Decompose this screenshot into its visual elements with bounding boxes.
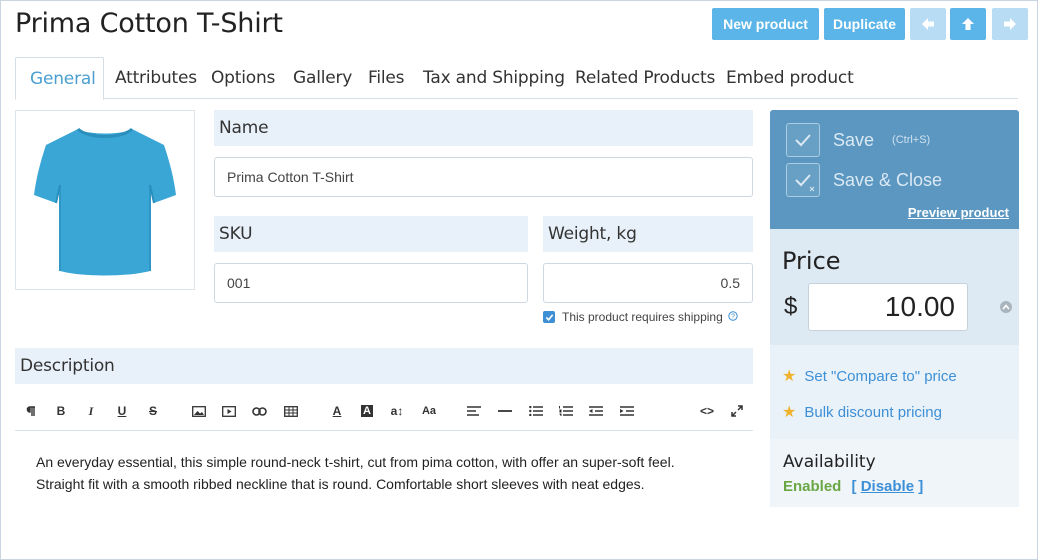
bulk-discount-link[interactable]: ★ Bulk discount pricing xyxy=(782,402,942,422)
description-line-1: An everyday essential, this simple round… xyxy=(36,454,675,470)
previous-product-button[interactable] xyxy=(910,8,946,40)
bracket-close: ] xyxy=(918,478,924,495)
editor-toolbar: B I U S A A a↕ Aa <> xyxy=(15,395,753,427)
name-field[interactable]: Prima Cotton T-Shirt xyxy=(214,157,753,197)
compare-to-price-label: Set "Compare to" price xyxy=(804,367,957,385)
availability-label: Availability xyxy=(783,452,876,472)
tshirt-image xyxy=(34,127,176,276)
product-image[interactable] xyxy=(15,110,195,290)
arrow-left-icon xyxy=(922,18,934,30)
price-panel: Price $ 10.00 xyxy=(770,229,1019,345)
arrow-up-icon xyxy=(962,18,974,30)
availability-panel: Availability Enabled [ Disable ] xyxy=(770,439,1019,507)
currency-symbol: $ xyxy=(784,293,798,320)
link-icon[interactable] xyxy=(249,401,269,421)
outdent-icon[interactable] xyxy=(586,401,606,421)
background-color-button[interactable]: A xyxy=(357,401,377,421)
background-color-label: A xyxy=(361,405,373,417)
disable-link-label: Disable xyxy=(860,478,915,495)
arrow-right-icon xyxy=(1004,18,1016,30)
description-editor[interactable]: An everyday essential, this simple round… xyxy=(15,430,753,510)
shipping-checkbox[interactable] xyxy=(543,311,555,323)
tab-bar: General Attributes Options Gallery Files… xyxy=(15,57,1018,100)
tab-related-products[interactable]: Related Products xyxy=(561,57,729,99)
tab-attributes[interactable]: Attributes xyxy=(101,57,211,99)
font-size-button[interactable]: a↕ xyxy=(387,401,407,421)
save-check-icon xyxy=(786,123,820,157)
indent-icon[interactable] xyxy=(617,401,637,421)
save-button[interactable]: Save (Ctrl+S) xyxy=(786,123,930,157)
disable-link[interactable]: Disable xyxy=(861,478,914,495)
tab-embed-product[interactable]: Embed product xyxy=(712,57,868,99)
star-icon: ★ xyxy=(782,404,797,421)
shipping-checkbox-row[interactable]: This product requires shipping ? xyxy=(543,310,738,324)
save-panel: Save (Ctrl+S) Save & Close Preview produ… xyxy=(770,110,1019,229)
save-label: Save xyxy=(833,129,875,150)
image-icon[interactable] xyxy=(189,401,209,421)
text-case-button[interactable]: Aa xyxy=(419,401,439,421)
new-product-button[interactable]: New product xyxy=(712,8,819,40)
duplicate-button[interactable]: Duplicate xyxy=(824,8,905,40)
svg-text:?: ? xyxy=(731,313,735,320)
description-line-2: Straight fit with a smooth ribbed neckli… xyxy=(36,476,645,492)
price-options-icon[interactable] xyxy=(1000,301,1012,313)
bracket-open: [ xyxy=(851,478,857,495)
save-close-button[interactable]: Save & Close xyxy=(786,163,942,197)
next-product-button[interactable] xyxy=(992,8,1028,40)
sku-label: SKU xyxy=(214,216,528,252)
horizontal-rule-icon[interactable] xyxy=(495,401,515,421)
numbered-list-icon[interactable] xyxy=(556,401,576,421)
preview-product-link[interactable]: Preview product xyxy=(908,205,1009,220)
italic-button[interactable]: I xyxy=(81,401,101,421)
underline-button[interactable]: U xyxy=(112,401,132,421)
shipping-checkbox-label: This product requires shipping xyxy=(562,310,723,324)
check-icon xyxy=(545,313,553,321)
text-color-button[interactable]: A xyxy=(327,401,347,421)
save-shortcut: (Ctrl+S) xyxy=(892,134,931,146)
price-label: Price xyxy=(782,247,841,275)
description-label: Description xyxy=(15,348,753,384)
tab-options[interactable]: Options xyxy=(197,57,289,99)
up-to-list-button[interactable] xyxy=(950,8,986,40)
weight-label: Weight, kg xyxy=(543,216,753,252)
help-icon[interactable]: ? xyxy=(728,310,738,324)
paragraph-icon[interactable] xyxy=(21,401,41,421)
weight-field[interactable]: 0.5 xyxy=(543,263,753,303)
page-title: Prima Cotton T-Shirt xyxy=(15,8,283,39)
save-close-check-icon xyxy=(786,163,820,197)
availability-status: Enabled xyxy=(783,478,842,495)
bullet-list-icon[interactable] xyxy=(526,401,546,421)
fullscreen-icon[interactable] xyxy=(727,401,747,421)
compare-to-price-link[interactable]: ★ Set "Compare to" price xyxy=(782,366,957,386)
save-close-label: Save & Close xyxy=(833,169,943,190)
align-left-icon[interactable] xyxy=(464,401,484,421)
pricing-links-panel: ★ Set "Compare to" price ★ Bulk discount… xyxy=(770,345,1019,439)
tab-general[interactable]: General xyxy=(15,57,104,100)
tab-tax-and-shipping[interactable]: Tax and Shipping xyxy=(409,57,579,99)
table-icon[interactable] xyxy=(281,401,301,421)
availability-status-row: Enabled [ Disable ] xyxy=(783,478,923,495)
price-field[interactable]: 10.00 xyxy=(808,283,968,331)
source-code-button[interactable]: <> xyxy=(697,401,717,421)
video-icon[interactable] xyxy=(219,401,239,421)
strikethrough-button[interactable]: S xyxy=(143,401,163,421)
bold-button[interactable]: B xyxy=(51,401,71,421)
sku-field[interactable]: 001 xyxy=(214,263,528,303)
bulk-discount-label: Bulk discount pricing xyxy=(804,403,942,421)
star-icon: ★ xyxy=(782,368,797,385)
name-label: Name xyxy=(214,110,753,146)
